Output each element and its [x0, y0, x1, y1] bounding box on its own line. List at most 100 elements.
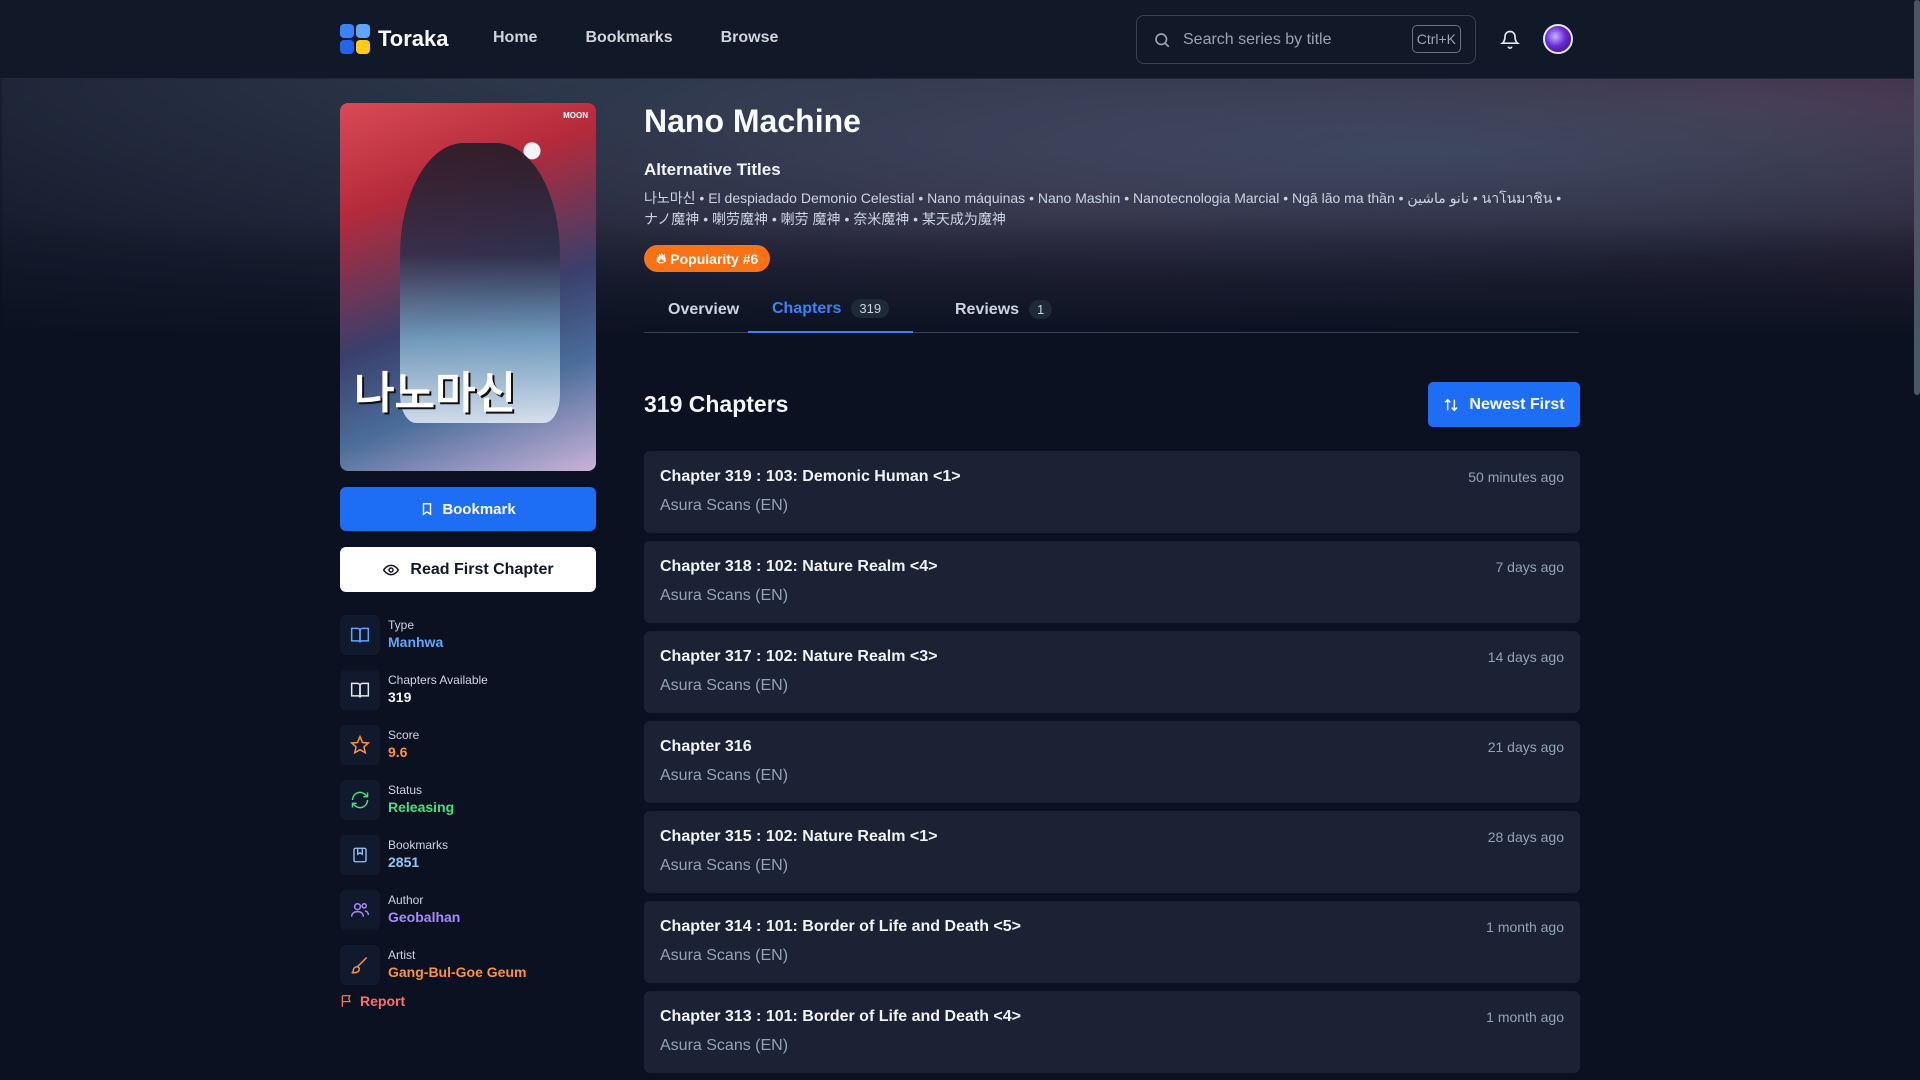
chapter-title: Chapter 317 : 102: Nature Realm <3>	[660, 648, 938, 665]
chapter-scan-group: Asura Scans (EN)	[660, 767, 789, 784]
sort-order-button[interactable]: Newest First	[1428, 382, 1580, 427]
popularity-badge: 🔥︎ Popularity #6	[644, 245, 771, 272]
chapter-time: 50 minutes ago	[1468, 469, 1564, 485]
meta-author-value[interactable]: Geobalhan	[388, 908, 460, 926]
book-icon	[340, 669, 380, 710]
meta-status-value: Releasing	[388, 799, 455, 815]
chapter-list: Chapter 319 : 103: Demonic Human <1> Asu…	[644, 451, 1580, 1080]
chapter-time: 14 days ago	[1487, 649, 1564, 665]
alternative-titles-list: 나노마신 • El despiadado Demonio Celestial •…	[644, 190, 1562, 227]
cover-publisher-badge: MOON	[563, 111, 588, 120]
tab-chapters[interactable]: Chapters 319	[748, 286, 914, 333]
meta-bookmarks-value: 2851	[388, 854, 420, 870]
read-first-chapter-button[interactable]: Read First Chapter	[340, 547, 596, 592]
alternative-titles-heading: Alternative Titles	[644, 160, 781, 179]
logo-text: Toraka	[378, 26, 449, 51]
refresh-icon	[340, 779, 380, 820]
search-shortcut-hint: Ctrl+K	[1411, 25, 1461, 53]
chapter-title: Chapter 318 : 102: Nature Realm <4>	[660, 558, 938, 575]
popularity-label: Popularity #6	[670, 250, 759, 267]
search-input[interactable]	[1183, 30, 1403, 49]
tab-reviews-count: 1	[1029, 300, 1053, 319]
meta-artist-label: Artist	[388, 948, 416, 962]
flag-icon	[341, 995, 351, 1007]
page-scrollbar[interactable]	[1914, 0, 1920, 395]
meta-score: Score 9.6	[340, 717, 596, 772]
chapter-title: Chapter 316	[660, 738, 752, 755]
nav-home[interactable]: Home	[493, 29, 537, 47]
meta-artist: Artist Gang-Bul-Goe Geum	[340, 937, 596, 992]
tab-reviews[interactable]: Reviews 1	[955, 286, 1053, 333]
tab-chapters-label: Chapters	[772, 299, 842, 317]
chapter-title: Chapter 314 : 101: Border of Life and De…	[660, 918, 1021, 935]
chapter-scan-group: Asura Scans (EN)	[660, 947, 789, 964]
chapter-row[interactable]: Chapter 314 : 101: Border of Life and De…	[644, 901, 1580, 983]
chapter-title: Chapter 319 : 103: Demonic Human <1>	[660, 468, 961, 485]
meta-score-label: Score	[388, 728, 420, 742]
chapter-time: 1 month ago	[1486, 919, 1564, 935]
tab-overview-label: Overview	[668, 300, 740, 318]
cover-title-art: 나노마신	[354, 368, 516, 419]
logo-icon	[340, 24, 370, 54]
chapter-scan-group: Asura Scans (EN)	[660, 677, 789, 694]
meta-author-label: Author	[388, 893, 424, 907]
bookmark-icon	[423, 503, 432, 516]
sort-order-label: Newest First	[1469, 395, 1565, 413]
report-label: Report	[360, 993, 406, 1009]
chapter-row[interactable]: Chapter 318 : 102: Nature Realm <4> Asur…	[644, 541, 1580, 623]
search-box[interactable]: Ctrl+K	[1136, 15, 1476, 64]
report-link[interactable]: Report	[340, 993, 405, 1009]
nav-browse[interactable]: Browse	[721, 29, 779, 47]
eye-icon	[383, 564, 400, 575]
user-avatar[interactable]	[1543, 24, 1573, 54]
chapter-title: Chapter 315 : 102: Nature Realm <1>	[660, 828, 938, 845]
chapter-row[interactable]: Chapter 317 : 102: Nature Realm <3> Asur…	[644, 631, 1580, 713]
meta-chapters-available: Chapters Available 319	[340, 662, 596, 717]
bookmark-book-icon	[340, 834, 380, 875]
tab-overview[interactable]: Overview	[668, 286, 739, 333]
star-icon	[340, 724, 380, 765]
logo[interactable]: Toraka	[340, 24, 449, 54]
chapter-time: 21 days ago	[1487, 739, 1564, 755]
top-header: Toraka Home Bookmarks Browse Ctrl+K	[0, 0, 1920, 79]
sort-arrows-icon	[1444, 398, 1458, 411]
chapter-row[interactable]: Chapter 315 : 102: Nature Realm <1> Asur…	[644, 811, 1580, 893]
meta-artist-value[interactable]: Gang-Bul-Goe Geum	[388, 963, 526, 981]
notifications-bell-icon[interactable]	[1499, 28, 1521, 55]
users-icon	[340, 889, 380, 930]
search-icon	[1155, 32, 1170, 47]
series-tabs: Overview Chapters 319 Reviews 1	[644, 286, 1579, 333]
chapter-row[interactable]: Chapter 313 : 101: Border of Life and De…	[644, 991, 1580, 1073]
chapter-time: 7 days ago	[1495, 559, 1565, 575]
chapter-scan-group: Asura Scans (EN)	[660, 857, 789, 874]
tab-reviews-label: Reviews	[955, 300, 1020, 318]
meta-author: Author Geobalhan	[340, 882, 596, 937]
series-title: Nano Machine	[644, 103, 861, 139]
chapter-row[interactable]: Chapter 316 Asura Scans (EN) 21 days ago	[644, 721, 1580, 803]
fire-icon: 🔥︎	[656, 250, 667, 266]
meta-bookmarks-label: Bookmarks	[388, 838, 449, 852]
meta-type-value[interactable]: Manhwa	[388, 633, 443, 651]
nav-bookmarks[interactable]: Bookmarks	[585, 29, 672, 47]
chapter-scan-group: Asura Scans (EN)	[660, 1037, 789, 1054]
main-nav: Home Bookmarks Browse	[493, 29, 778, 47]
chapter-scan-group: Asura Scans (EN)	[660, 587, 789, 604]
read-first-chapter-label: Read First Chapter	[410, 560, 554, 578]
chapter-scan-group: Asura Scans (EN)	[660, 497, 789, 514]
bookmark-button[interactable]: Bookmark	[340, 487, 596, 531]
tab-chapters-count: 319	[851, 299, 890, 318]
chapter-row[interactable]: Chapter 319 : 103: Demonic Human <1> Asu…	[644, 451, 1580, 533]
meta-type: Type Manhwa	[340, 607, 596, 662]
meta-status: Status Releasing	[340, 772, 596, 827]
brush-icon	[340, 944, 380, 985]
meta-type-label: Type	[388, 618, 415, 632]
series-metadata-list: Type Manhwa Chapters Available 319 Score…	[340, 607, 596, 992]
book-open-icon	[340, 614, 380, 655]
meta-bookmarks: Bookmarks 2851	[340, 827, 596, 882]
series-cover-image: MOON 나노마신	[340, 103, 596, 471]
chapter-time: 1 month ago	[1486, 1009, 1564, 1025]
meta-chapters-value: 319	[388, 689, 412, 705]
chapters-heading: 319 Chapters	[644, 391, 789, 417]
chapter-time: 28 days ago	[1487, 829, 1564, 845]
meta-status-label: Status	[388, 783, 423, 797]
